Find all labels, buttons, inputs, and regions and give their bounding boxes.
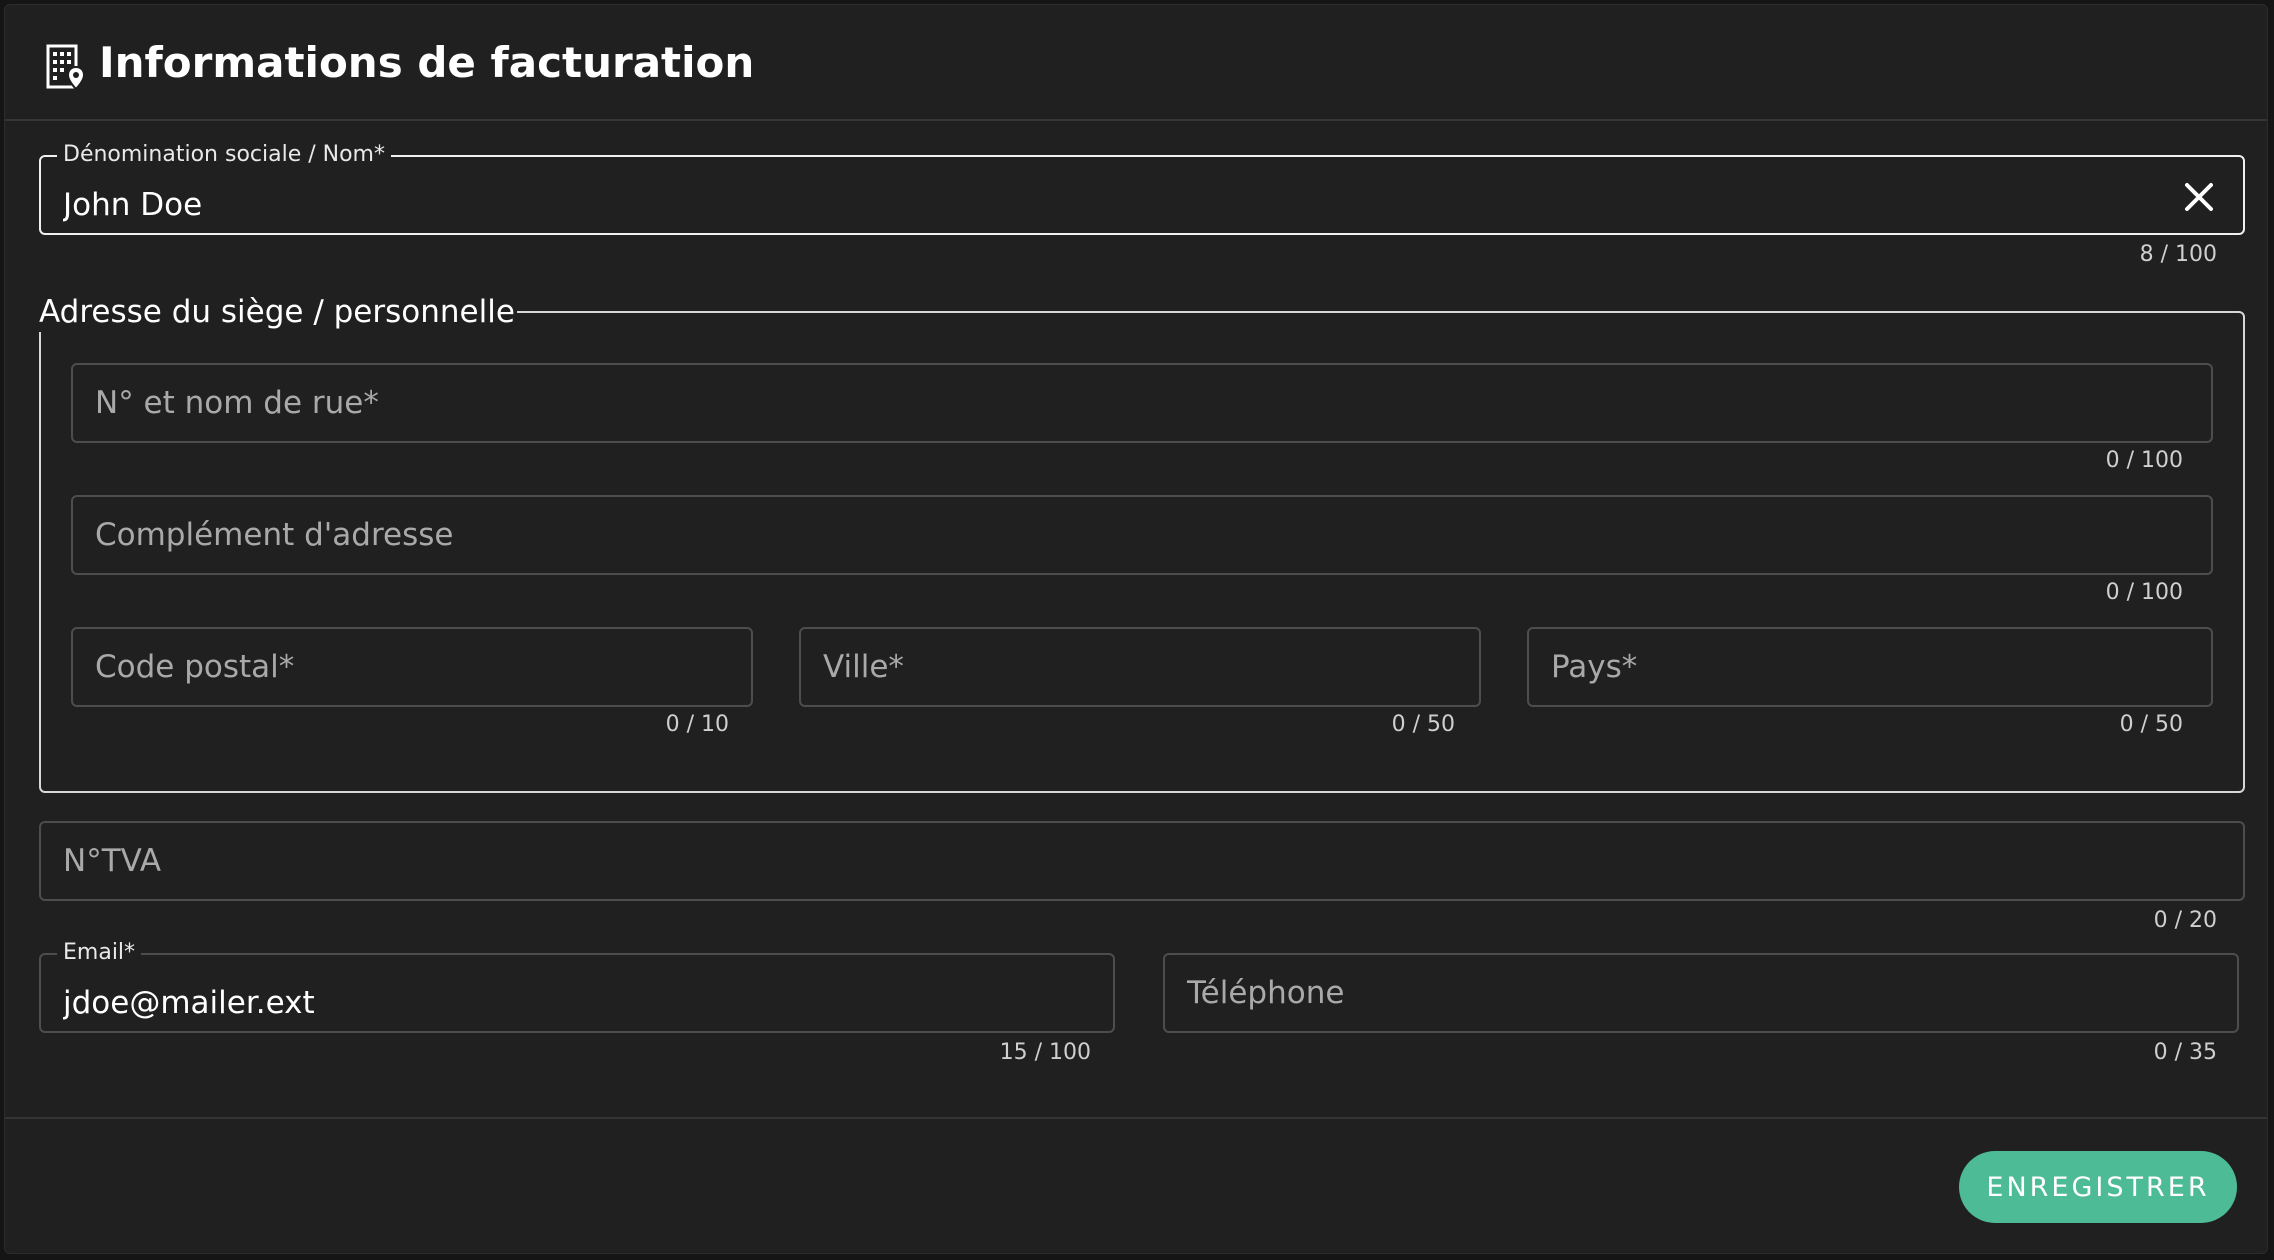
city-input[interactable] [823, 629, 1409, 705]
complement-counter: 0 / 100 [2105, 580, 2183, 605]
email-counter: 15 / 100 [999, 1040, 1091, 1065]
street-input[interactable] [95, 365, 2141, 441]
city-counter: 0 / 50 [1391, 712, 1455, 737]
email-input[interactable] [63, 975, 1043, 1031]
country-input[interactable] [1551, 629, 2141, 705]
city-field[interactable] [799, 627, 1481, 707]
vat-input[interactable] [63, 823, 2173, 899]
country-field[interactable] [1527, 627, 2213, 707]
email-field[interactable]: Email* [39, 939, 1115, 1033]
complement-field[interactable] [71, 495, 2213, 575]
dialog-header: Informations de facturation [5, 5, 2267, 121]
phone-field[interactable] [1163, 953, 2239, 1033]
denomination-label: Dénomination sociale / Nom* [57, 141, 391, 169]
postal-code-field[interactable] [71, 627, 753, 707]
complement-input[interactable] [95, 497, 2141, 573]
vat-counter: 0 / 20 [2153, 908, 2217, 933]
address-legend: Adresse du siège / personnelle [37, 292, 517, 332]
vat-field[interactable] [39, 821, 2245, 901]
street-field[interactable] [71, 363, 2213, 443]
close-icon[interactable] [2181, 179, 2217, 215]
country-counter: 0 / 50 [2119, 712, 2183, 737]
phone-input[interactable] [1187, 955, 2167, 1031]
billing-dialog: Informations de facturation Dénomination… [4, 4, 2268, 1254]
dialog-title: Informations de facturation [99, 38, 755, 87]
building-location-icon [46, 44, 86, 91]
postal-code-input[interactable] [95, 629, 681, 705]
postal-code-counter: 0 / 10 [665, 712, 729, 737]
footer-divider [5, 1117, 2267, 1119]
denomination-counter: 8 / 100 [2139, 242, 2217, 267]
save-button[interactable]: ENREGISTRER [1959, 1151, 2237, 1223]
street-counter: 0 / 100 [2105, 448, 2183, 473]
denomination-input[interactable] [63, 177, 2173, 233]
phone-counter: 0 / 35 [2153, 1040, 2217, 1065]
denomination-field[interactable]: Dénomination sociale / Nom* [39, 141, 2245, 235]
email-label: Email* [57, 939, 142, 967]
